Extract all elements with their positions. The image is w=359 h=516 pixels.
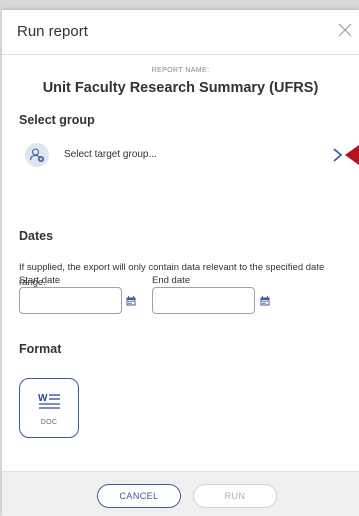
group-avatar [25, 143, 49, 167]
close-icon[interactable] [335, 20, 355, 40]
pointer-marker-icon [345, 145, 359, 165]
word-document-icon: W [38, 393, 60, 409]
end-date-input[interactable] [152, 287, 255, 314]
dialog-header: Run report [2, 10, 359, 55]
start-date-calendar-icon[interactable] [126, 296, 136, 306]
format-option-doc[interactable]: W DOC [19, 378, 79, 438]
end-date-calendar-icon[interactable] [260, 296, 270, 306]
svg-text:W: W [38, 393, 48, 404]
run-button[interactable]: RUN [193, 484, 277, 508]
backdrop [0, 0, 359, 10]
start-date-input[interactable] [19, 287, 122, 314]
end-date-label: End date [152, 275, 191, 286]
group-selector-placeholder: Select target group... [64, 149, 157, 160]
report-name-label: REPORT NAME: [151, 67, 210, 74]
dialog-title: Run report [17, 23, 88, 40]
format-heading: Format [19, 342, 62, 356]
cancel-button[interactable]: CANCEL [97, 484, 181, 508]
run-report-dialog: Run report REPORT NAME: Unit Faculty Res… [2, 10, 359, 516]
dialog-footer: CANCEL RUN [2, 471, 359, 516]
user-group-icon [29, 148, 44, 162]
chevron-right-icon[interactable] [331, 147, 345, 163]
format-option-label: DOC [40, 419, 58, 426]
select-group-heading: Select group [19, 113, 95, 127]
start-date-label: Start date [19, 275, 61, 286]
target-group-selector[interactable]: Select target group... [19, 140, 359, 170]
dates-heading: Dates [19, 229, 54, 243]
report-name: Unit Faculty Research Summary (UFRS) [42, 80, 319, 96]
